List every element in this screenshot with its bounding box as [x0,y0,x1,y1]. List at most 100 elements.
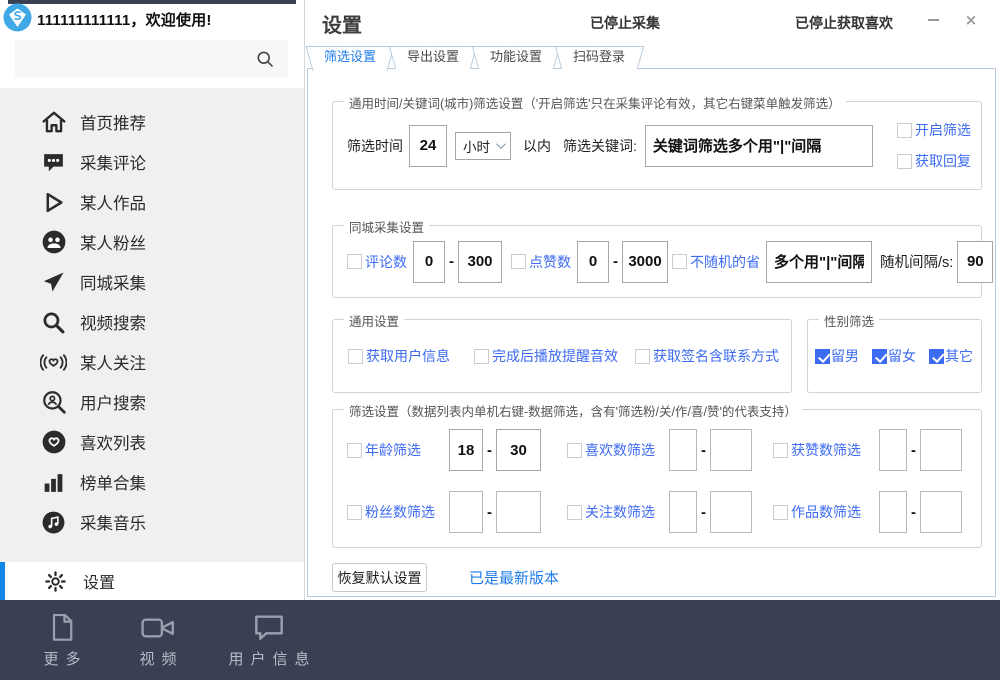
fans-count-range: - [449,491,541,533]
sidebar-item-city-collect[interactable]: 同城采集 [0,262,304,302]
tab-function-settings[interactable]: 功能设置 [475,46,557,68]
tab-export-settings[interactable]: 导出设置 [392,46,474,68]
sidebar-item-rank-collection[interactable]: 榜单合集 [0,462,304,502]
minimize-button[interactable] [922,10,944,30]
works-count-filter-label: 作品数筛选 [791,502,861,522]
province-input[interactable] [766,241,872,283]
age-filter-checkbox[interactable] [347,443,362,458]
play-sound-option[interactable]: 完成后播放提醒音效 [474,346,618,366]
sidebar-menu: 首页推荐 采集评论 某人作品 某人粉丝 [0,88,304,542]
follow-count-max-input[interactable] [710,491,752,533]
signature-contact-option[interactable]: 获取签名含联系方式 [635,346,779,366]
sidebar-item-label: 首页推荐 [80,110,146,134]
close-button[interactable]: × [960,10,982,30]
fixed-province-checkbox[interactable] [672,254,687,269]
groupbox-legend: 同城采集设置 [344,217,429,236]
restore-defaults-button[interactable]: 恢复默认设置 [332,563,427,592]
sidebar-item-video-search[interactable]: 视频搜索 [0,302,304,342]
praise-count-filter-option[interactable]: 获赞数筛选 [773,429,861,471]
like-count-filter-option[interactable]: 喜欢数筛选 [567,429,655,471]
get-user-info-option[interactable]: 获取用户信息 [348,346,450,366]
version-status-link[interactable]: 已是最新版本 [469,567,559,588]
play-sound-checkbox[interactable] [474,349,489,364]
sidebar-item-collect-music[interactable]: 采集音乐 [0,502,304,542]
follow-count-filter-option[interactable]: 关注数筛选 [567,491,655,533]
praise-count-min-input[interactable] [879,429,907,471]
fans-count-max-input[interactable] [496,491,541,533]
keep-female-checkbox[interactable] [872,349,887,364]
like-max-input[interactable] [622,241,668,283]
comment-max-input[interactable] [458,241,502,283]
works-count-max-input[interactable] [920,491,962,533]
footer-item-more[interactable]: 更多 [25,611,99,669]
works-count-min-input[interactable] [879,491,907,533]
footer-item-user-info[interactable]: 用户信息 [211,611,327,669]
footer-item-label: 更多 [36,648,87,669]
tab-filter-settings[interactable]: 筛选设置 [309,46,391,68]
sidebar-item-like-list[interactable]: 喜欢列表 [0,422,304,462]
play-sound-label: 完成后播放提醒音效 [492,346,618,366]
fans-icon [40,229,67,256]
random-interval-input[interactable] [957,241,993,283]
follow-count-filter-checkbox[interactable] [567,505,582,520]
sidebar-item-user-fans[interactable]: 某人粉丝 [0,222,304,262]
follow-count-filter-label: 关注数筛选 [585,502,655,522]
sidebar-item-user-follows[interactable]: 某人关注 [0,342,304,382]
page-title: 设置 [322,9,362,38]
enable-filter-checkbox[interactable] [897,123,912,138]
works-count-filter-checkbox[interactable] [773,505,788,520]
age-max-input[interactable] [496,429,541,471]
like-count-max-input[interactable] [710,429,752,471]
comment-icon [40,149,67,176]
like-min-input[interactable] [577,241,609,283]
like-count-checkbox[interactable] [511,254,526,269]
get-reply-checkbox[interactable] [897,154,912,169]
keep-male-option[interactable]: 留男 [815,346,859,366]
footer-item-video[interactable]: 视频 [121,611,195,669]
filter-keyword-input[interactable] [645,125,873,167]
sidebar-item-user-search[interactable]: 用户搜索 [0,382,304,422]
sidebar-item-label: 采集评论 [80,150,146,174]
signature-contact-checkbox[interactable] [635,349,650,364]
sidebar-item-home-feed[interactable]: 首页推荐 [0,102,304,142]
range-dash: - [487,504,492,521]
works-count-filter-option[interactable]: 作品数筛选 [773,491,861,533]
age-filter-option[interactable]: 年龄筛选 [347,429,421,471]
keep-female-option[interactable]: 留女 [872,346,916,366]
filter-time-input[interactable] [409,125,447,167]
keep-female-label: 留女 [888,346,916,366]
enable-filter-option[interactable]: 开启筛选 [897,120,971,140]
sidebar-item-label: 某人粉丝 [80,230,146,254]
search-input[interactable] [25,40,252,78]
within-label: 以内 [523,136,551,156]
comment-min-input[interactable] [413,241,445,283]
groupbox-legend: 通用设置 [344,311,404,330]
groupbox-legend: 性别筛选 [819,311,879,330]
fans-count-filter-option[interactable]: 粉丝数筛选 [347,491,435,533]
get-user-info-checkbox[interactable] [348,349,363,364]
praise-count-filter-checkbox[interactable] [773,443,788,458]
get-reply-option[interactable]: 获取回复 [897,151,971,171]
fans-count-min-input[interactable] [449,491,483,533]
keep-other-checkbox[interactable] [929,349,944,364]
fans-count-filter-label: 粉丝数筛选 [365,502,435,522]
fans-count-filter-checkbox[interactable] [347,505,362,520]
search-icon[interactable] [252,46,278,72]
comment-count-checkbox[interactable] [347,254,362,269]
like-count-filter-checkbox[interactable] [567,443,582,458]
bar-chart-icon [40,469,67,496]
praise-count-max-input[interactable] [920,429,962,471]
like-count-min-input[interactable] [669,429,697,471]
sidebar-item-user-works[interactable]: 某人作品 [0,182,304,222]
tab-qr-login[interactable]: 扫码登录 [558,46,640,68]
range-dash: - [487,442,492,459]
age-min-input[interactable] [449,429,483,471]
time-unit-select[interactable]: 小时 [455,132,511,160]
keep-male-checkbox[interactable] [815,349,830,364]
sidebar-item-collect-comments[interactable]: 采集评论 [0,142,304,182]
sidebar-item-settings[interactable]: 设置 [0,562,304,600]
keep-other-option[interactable]: 其它 [929,346,973,366]
follow-count-min-input[interactable] [669,491,697,533]
groupbox-legend: 通用时间/关键词(城市)筛选设置（'开启筛选'只在采集评论有效，其它右键菜单触发… [344,93,846,112]
get-user-info-label: 获取用户信息 [366,346,450,366]
